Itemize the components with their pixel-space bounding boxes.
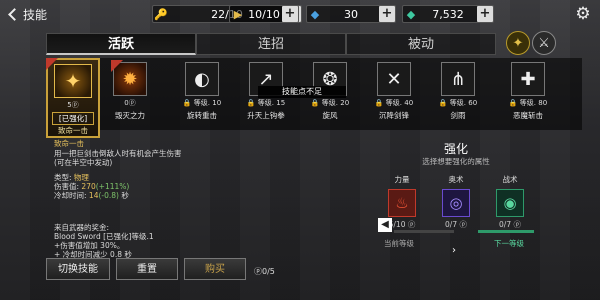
skill-name: 升天上钩拳 [247,111,285,120]
buy-button[interactable]: 购买 [184,258,246,280]
skill-name: 恶魔斩击 [513,111,543,120]
swirl-icon: ◎ [442,189,470,217]
fire-skill-icon: ✹ [111,60,147,96]
skill-slot-7[interactable]: ✚ 🔒 等级. 80 恶魔斩击 [506,60,550,128]
skill-points: ⓟ0/5 [254,267,275,276]
crystal-value: 30 [344,7,358,21]
spin-skill-icon: ◐ [185,62,219,96]
tab-combo[interactable]: 连招 [196,33,346,55]
new-ribbon [111,60,123,72]
back-button[interactable]: 技能 [6,5,66,23]
emblem-icon[interactable]: ✦ [506,31,530,55]
skill-name: 沉降剑锋 [379,111,409,120]
crossed-swords-icon[interactable]: ⚔ [532,31,556,55]
decrease-button[interactable]: ◀ [378,218,392,232]
gear-icon[interactable]: ⚙ [574,5,592,23]
skill-slot-1[interactable]: ✹ 0ⓟ 毁灭之力 [108,60,152,128]
ticket-plus-button[interactable]: + [282,6,298,22]
chevron-left-icon [8,7,21,21]
selected-skill-card[interactable]: ✦ 5ⓟ [已强化] 致命一击 [46,58,100,138]
switch-skill-button[interactable]: 切换技能 [46,258,110,280]
skill-cost: 5ⓟ [67,101,79,109]
enhance-panel: 强化 选择想要强化的属性 力量 ♨ 5/10 ⓟ 奥术 ◎ 0/7 ⓟ 战术 ◉… [378,134,534,258]
next-level-label: 下一等级 [494,239,524,248]
skill-name: 旋转重击 [187,111,217,120]
gem-icon: ◆ [406,7,416,21]
enhance-title: 强化 [443,142,468,156]
skill-slot-2[interactable]: ◐ 🔒 等级. 10 旋转重击 [180,60,224,128]
detail-note: (可在半空中发动) [54,158,113,167]
back-label: 技能 [23,7,48,22]
current-level-label: 当前等级 [384,239,414,248]
next-level-bar [478,230,534,233]
ticket-value: 10/10 [248,7,280,21]
ticket-icon: ▶ [233,7,243,21]
attr-label: 力量 [394,175,410,184]
attr-arcane[interactable]: 奥术 ◎ 0/7 ⓟ [434,174,478,230]
skill-lock: 🔒 等级. 10 [182,99,222,107]
skill-slot-6[interactable]: ⋔ 🔒 等级. 60 剑雨 [436,60,480,128]
key-icon: 🔑 [154,7,168,21]
skill-name: 剑雨 [450,111,466,120]
reset-button[interactable]: 重置 [116,258,178,280]
attr-label: 奥术 [448,175,464,184]
skill-name: 旋风 [322,111,338,120]
skill-tabs: 活跃 连招 被动 [46,33,496,55]
crystal-resource: ◆ 30 + [306,5,396,23]
top-bar: 技能 🔑 22/10 + ▶ 10/10 + ◆ 30 + ◆ 7,532 + … [0,0,600,28]
skill-lock: 🔒 等级. 40 [374,99,414,107]
attr-count: 0/7 ⓟ [445,220,467,229]
gem-plus-button[interactable]: + [477,6,493,22]
spiral-icon: ◉ [496,189,524,217]
sword-rain-skill-icon: ⋔ [441,62,475,96]
insufficient-points-tooltip: 技能点不足 [258,86,346,98]
flame-icon: ♨ [388,189,416,217]
detail-cooldown: 冷却时间: 14(-0.8) 秒 [54,191,129,200]
demon-slash-skill-icon: ✚ [511,62,545,96]
skill-name: 毁灭之力 [115,111,145,120]
crystal-plus-button[interactable]: + [379,6,395,22]
tab-passive[interactable]: 被动 [346,33,496,55]
enhanced-tag: [已强化] [52,112,94,125]
attr-label: 战术 [502,175,518,184]
skill-cost: 0ⓟ [124,99,136,107]
ticket-resource: ▶ 10/10 + [229,5,299,23]
gem-value: 7,532 [432,7,464,21]
skill-lock: 🔒 等级. 60 [438,99,478,107]
skill-lock: 🔒 等级. 15 [246,99,286,107]
tab-active[interactable]: 活跃 [46,33,196,55]
enhance-subtitle: 选择想要强化的属性 [422,157,490,166]
attr-tactics[interactable]: 战术 ◉ 0/7 ⓟ [488,174,532,230]
current-level-bar [394,230,454,233]
skill-lock: 🔒 等级. 80 [508,99,548,107]
gem-resource: ◆ 7,532 + [402,5,494,23]
sword-drop-skill-icon: ✕ [377,62,411,96]
crystal-icon: ◆ [310,7,320,21]
attr-count: 0/7 ⓟ [499,220,521,229]
skill-slot-5[interactable]: ✕ 🔒 等级. 40 沉降剑锋 [372,60,416,128]
chevron-right-icon[interactable]: › [452,245,456,256]
critical-strike-icon: ✦ [54,64,92,98]
skill-lock: 🔒 等级. 20 [310,99,350,107]
